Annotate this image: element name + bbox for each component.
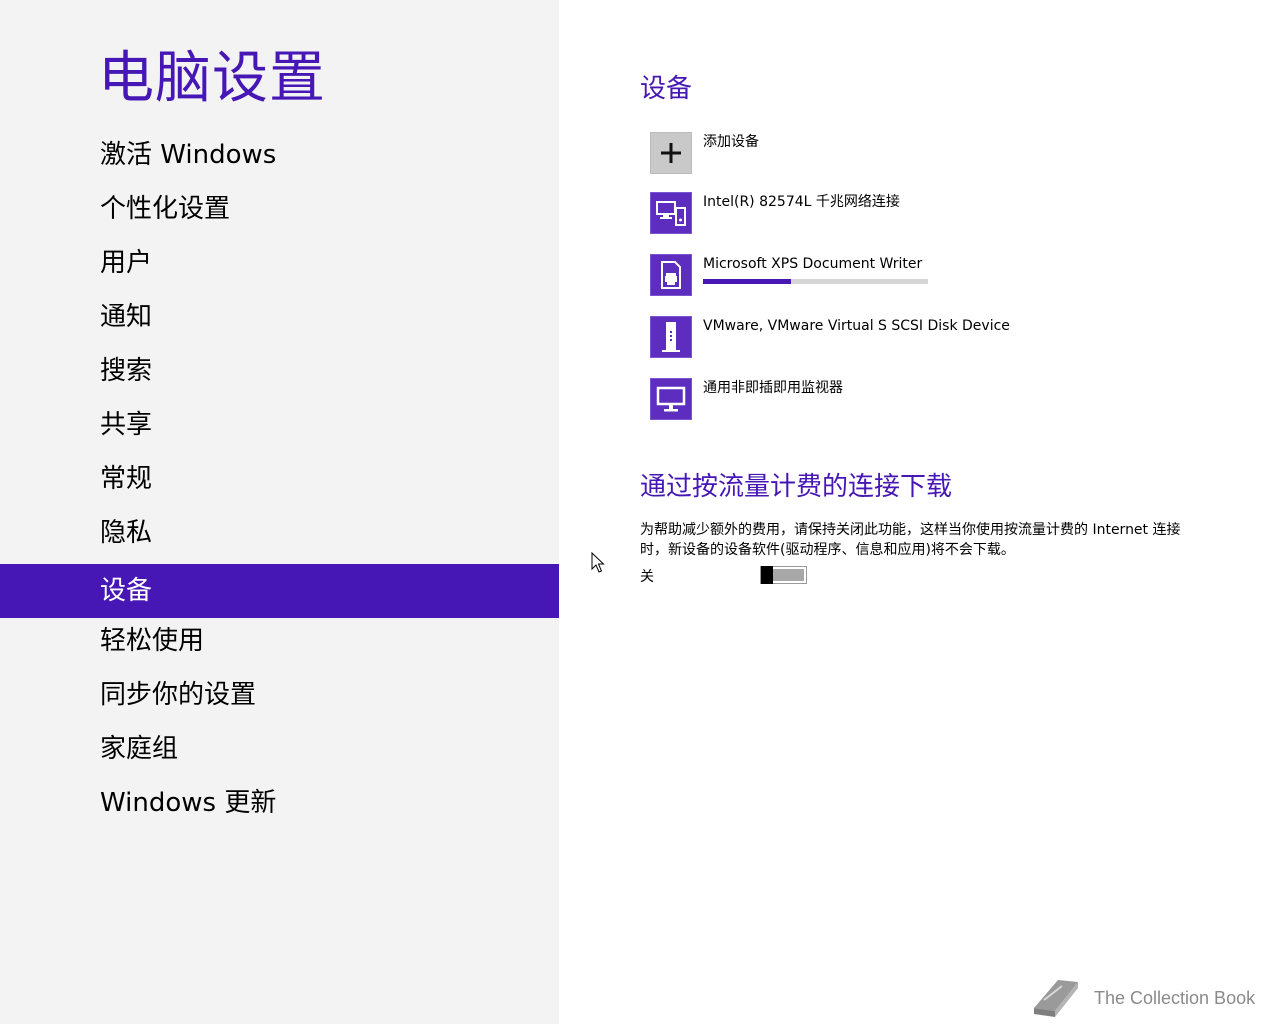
watermark-text: The Collection Book: [1094, 988, 1256, 1008]
network-adapter-icon: [650, 192, 692, 234]
device-network-adapter[interactable]: Intel(R) 82574L 千兆网络连接: [650, 192, 1250, 234]
install-progress-fill: [703, 279, 791, 284]
install-progress-bar: [703, 279, 928, 284]
device-name: 通用非即插即用监视器: [703, 380, 843, 396]
sidebar-item-personalize[interactable]: 个性化设置: [0, 182, 559, 236]
sidebar-item-homegroup[interactable]: 家庭组: [0, 722, 559, 776]
sidebar-item-activate-windows[interactable]: 激活 Windows: [0, 128, 559, 182]
sidebar-item-ease-of-access[interactable]: 轻松使用: [0, 614, 559, 668]
sidebar-item-devices[interactable]: 设备: [0, 564, 559, 618]
sidebar-item-general[interactable]: 常规: [0, 452, 559, 506]
device-monitor[interactable]: 通用非即插即用监视器: [650, 378, 1250, 420]
toggle-state-label: 关: [640, 569, 654, 585]
device-xps-writer[interactable]: Microsoft XPS Document Writer: [650, 254, 1250, 296]
sidebar-item-share[interactable]: 共享: [0, 398, 559, 452]
sidebar-item-sync-settings[interactable]: 同步你的设置: [0, 668, 559, 722]
metered-download-toggle[interactable]: [760, 566, 807, 584]
plus-icon: [650, 132, 692, 174]
sidebar-item-privacy[interactable]: 隐私: [0, 506, 559, 560]
devices-section-title: 设备: [640, 74, 693, 104]
main-panel: 设备 添加设备 Intel(R) 82574L 千兆网络连接 Microsoft…: [559, 0, 1280, 1024]
page-title: 电脑设置: [98, 46, 326, 111]
add-device-button[interactable]: 添加设备: [650, 132, 1250, 174]
printer-icon: [650, 254, 692, 296]
device-scsi-disk[interactable]: VMware, VMware Virtual S SCSI Disk Devic…: [650, 316, 1250, 358]
toggle-track: [773, 569, 804, 581]
watermark: The Collection Book: [1028, 976, 1268, 1022]
book-icon: [1034, 980, 1078, 1017]
sidebar-item-search[interactable]: 搜索: [0, 344, 559, 398]
device-name: VMware, VMware Virtual S SCSI Disk Devic…: [703, 318, 1010, 334]
mouse-cursor-icon: [591, 551, 605, 578]
sidebar: 电脑设置 激活 Windows 个性化设置 用户 通知 搜索 共享 常规 隐私 …: [0, 0, 559, 1024]
metered-section-title: 通过按流量计费的连接下载: [640, 472, 953, 502]
device-name: Microsoft XPS Document Writer: [703, 256, 923, 272]
add-device-label: 添加设备: [703, 134, 759, 150]
toggle-knob: [761, 566, 773, 584]
metered-description: 为帮助减少额外的费用，请保持关闭此功能，这样当你使用按流量计费的 Interne…: [640, 522, 1181, 558]
sidebar-item-windows-update[interactable]: Windows 更新: [0, 776, 559, 830]
sidebar-item-users[interactable]: 用户: [0, 236, 559, 290]
device-name: Intel(R) 82574L 千兆网络连接: [703, 194, 900, 210]
monitor-icon: [650, 378, 692, 420]
sidebar-item-notifications[interactable]: 通知: [0, 290, 559, 344]
disk-drive-icon: [650, 316, 692, 358]
